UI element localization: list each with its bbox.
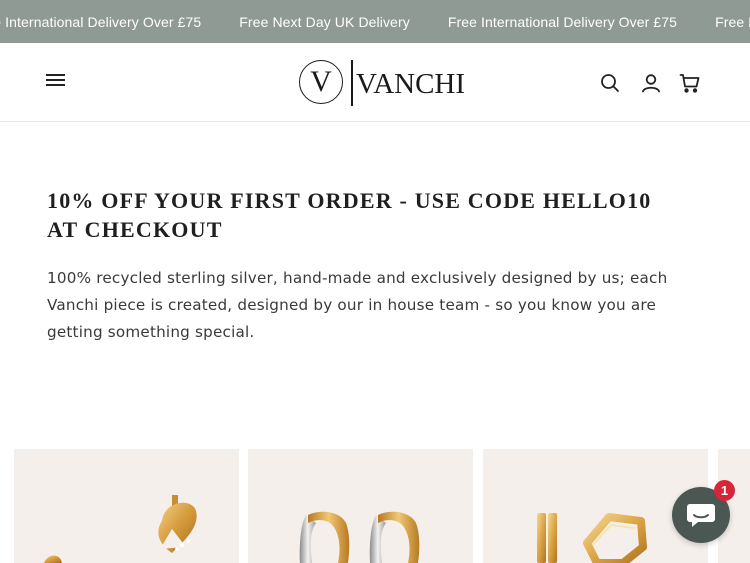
site-header: V VANCHI bbox=[0, 43, 750, 122]
logo-text: VANCHI bbox=[356, 68, 466, 100]
announcement-bar: Free International Delivery Over £75 Fre… bbox=[0, 0, 750, 43]
account-icon[interactable] bbox=[639, 71, 663, 95]
announcement-item: Free Next Day UK Delivery bbox=[715, 13, 750, 30]
logo-mark: V bbox=[310, 65, 332, 98]
promo-heading: 10% OFF YOUR FIRST ORDER - USE CODE HELL… bbox=[47, 188, 652, 242]
vanchi-logo[interactable]: V VANCHI bbox=[299, 58, 465, 108]
chat-notification-badge: 1 bbox=[714, 480, 735, 501]
announcement-track: Free International Delivery Over £75 Fre… bbox=[0, 0, 750, 43]
menu-icon[interactable] bbox=[44, 71, 68, 93]
product-card[interactable] bbox=[14, 449, 239, 563]
chat-icon bbox=[687, 504, 715, 527]
brand-description: 100% recycled sterling silver, hand-made… bbox=[47, 269, 668, 341]
search-icon[interactable] bbox=[598, 71, 622, 95]
gold-knot-earrings-image bbox=[44, 495, 197, 563]
logo-divider bbox=[351, 60, 353, 106]
two-tone-hoop-earrings-image bbox=[299, 511, 420, 563]
announcement-item: Free Next Day UK Delivery bbox=[239, 13, 410, 30]
announcement-item: Free International Delivery Over £75 bbox=[447, 13, 678, 30]
announcement-item: Free International Delivery Over £75 bbox=[0, 13, 202, 30]
cart-icon[interactable] bbox=[678, 71, 702, 95]
product-card[interactable] bbox=[248, 449, 473, 563]
